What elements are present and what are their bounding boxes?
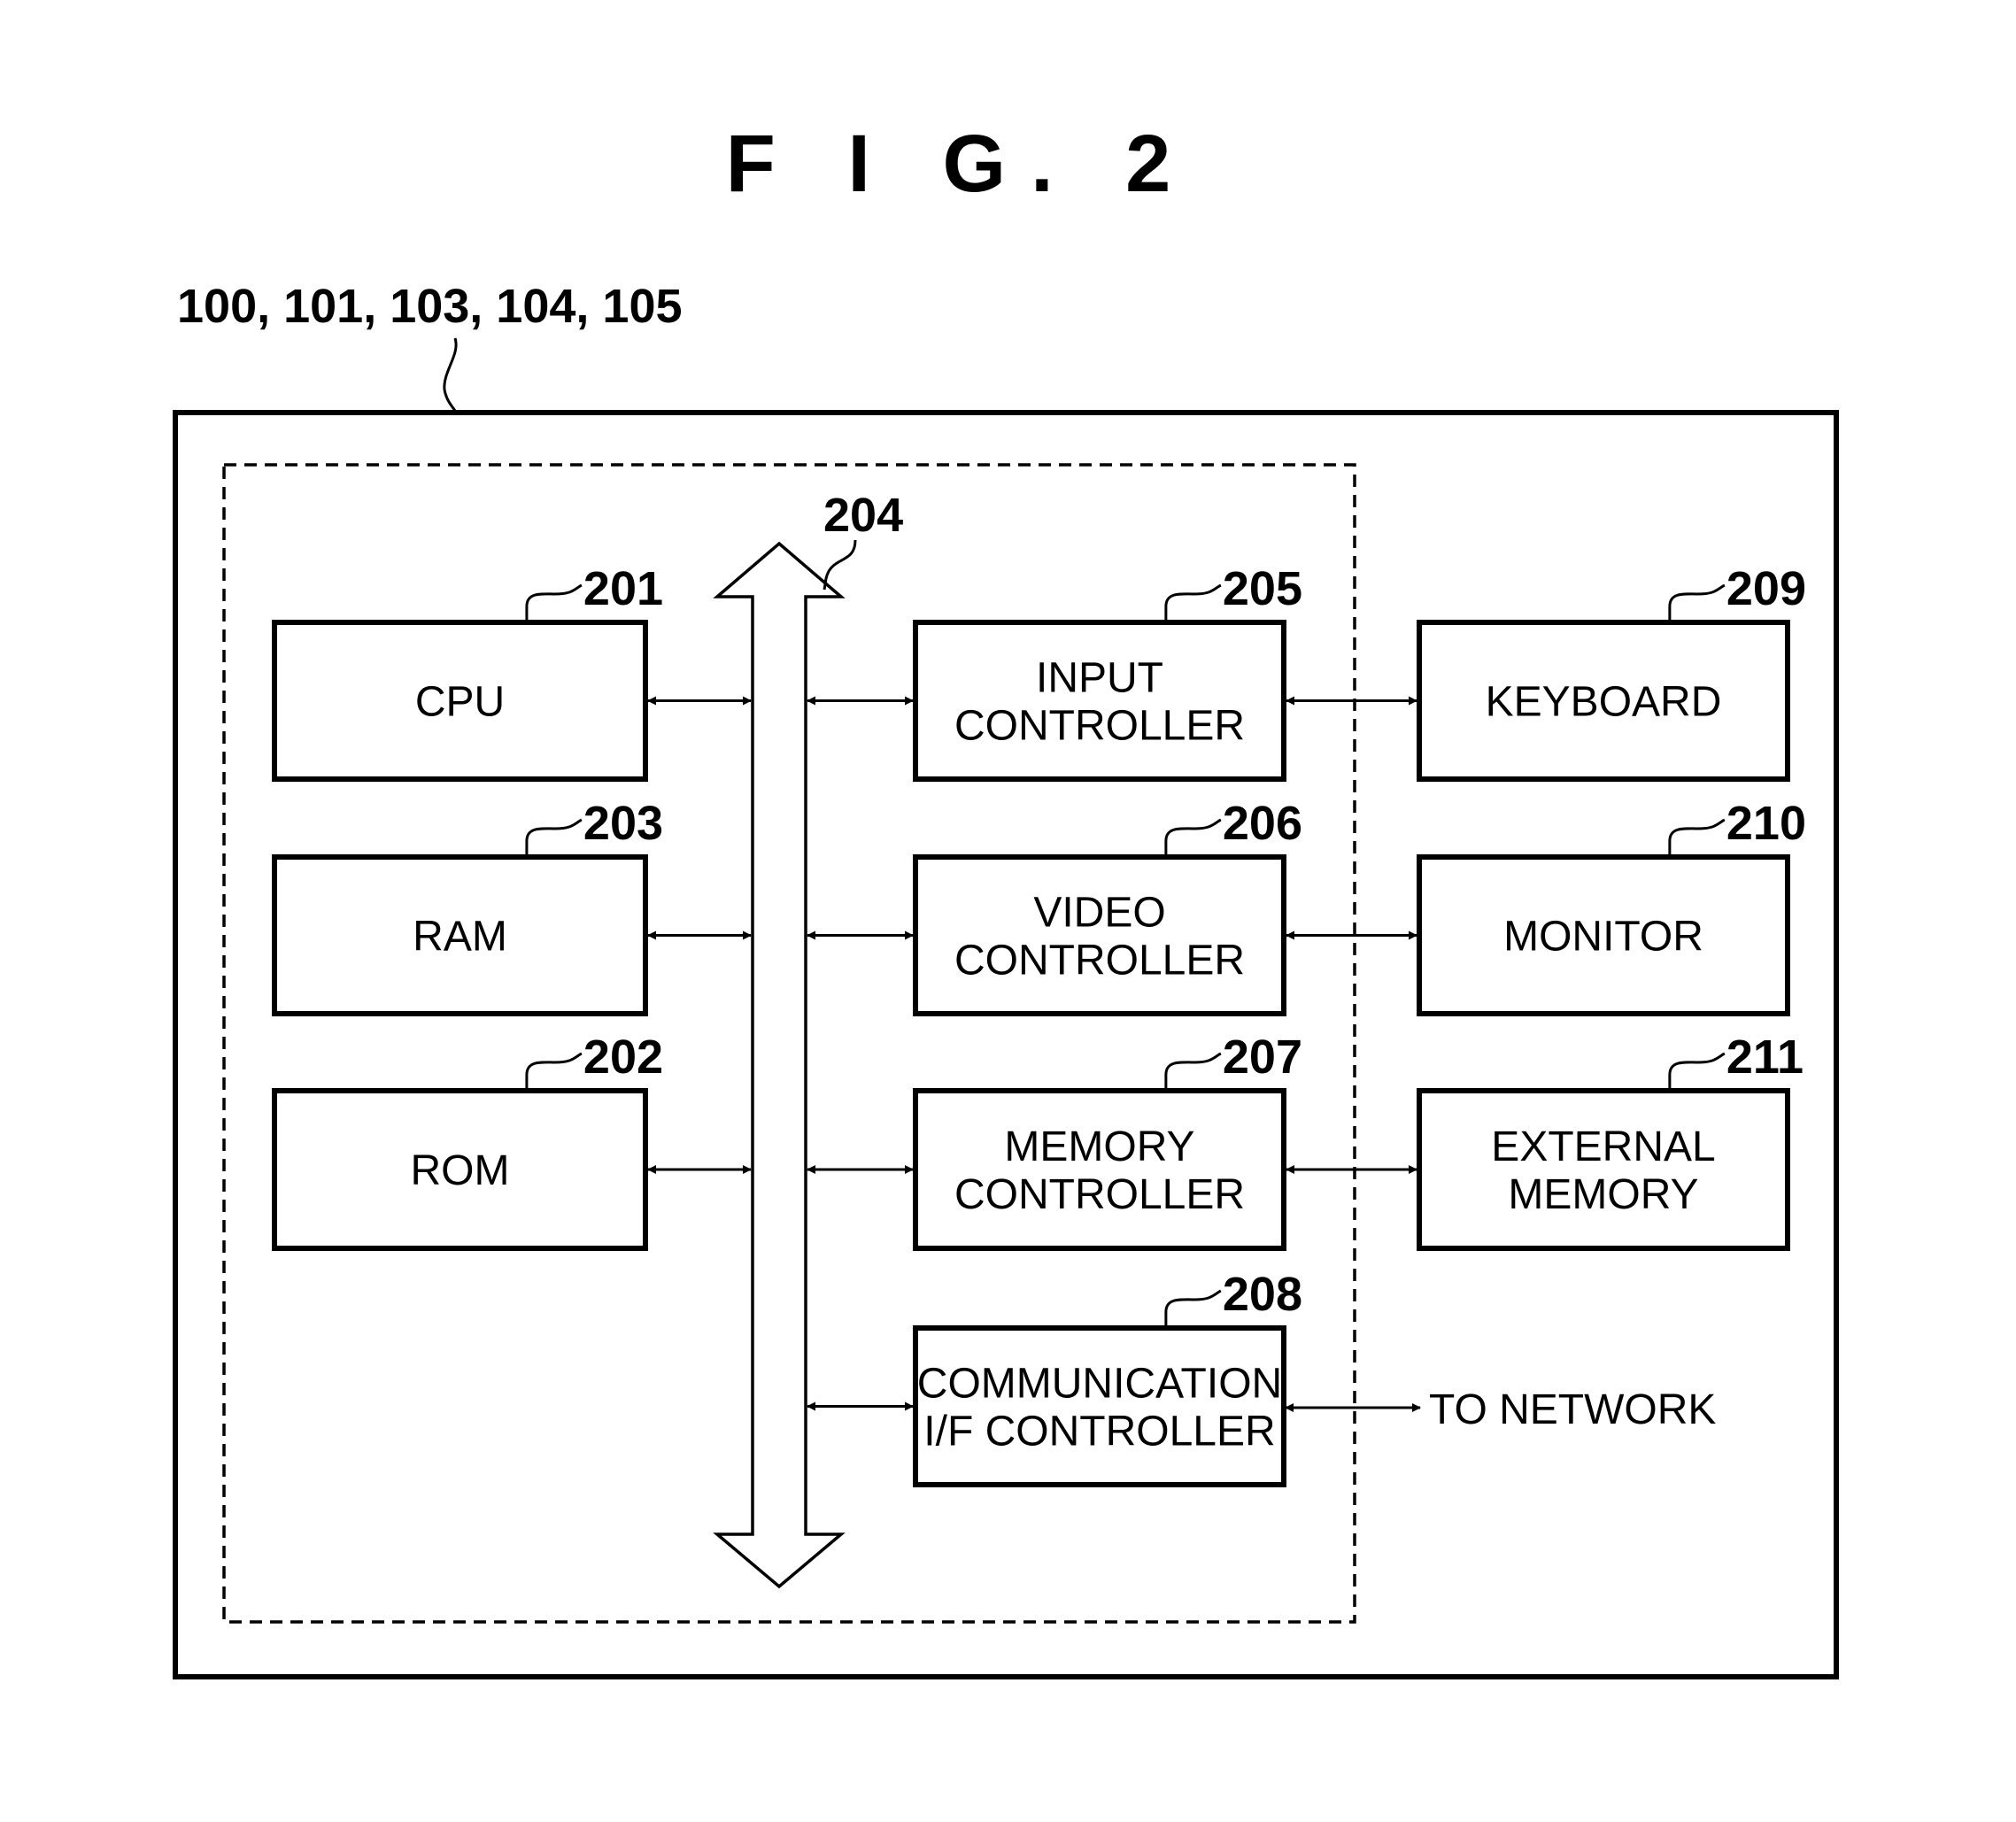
video-controller-block: VIDEOCONTROLLER 206 — [913, 797, 1302, 1016]
bus-leader-line — [823, 539, 857, 591]
memory-controller-leader-line — [1164, 1052, 1222, 1091]
ram-label: RAM — [413, 914, 507, 961]
keyboard-leader-line — [1668, 583, 1726, 622]
memory-controller-block: MEMORYCONTROLLER 207 — [913, 1031, 1302, 1251]
ram-leader-line — [525, 818, 583, 857]
communication-if-controller-ref: 208 — [1223, 1268, 1302, 1321]
input-controller-label: CONTROLLER — [954, 703, 1245, 750]
cpu-label: CPU — [415, 679, 505, 726]
memory-controller-label: MEMORY — [1004, 1123, 1194, 1170]
bus-ref: 204 — [823, 489, 903, 542]
device-leader-line — [443, 337, 458, 412]
memory-controller-ref: 207 — [1223, 1031, 1302, 1084]
external-memory-ref: 211 — [1726, 1031, 1804, 1084]
external-memory-label: MEMORY — [1508, 1171, 1698, 1218]
external-memory-label: EXTERNAL — [1491, 1123, 1715, 1170]
ram-block: RAM 203 — [272, 797, 663, 1016]
external-memory-block: EXTERNALMEMORY 211 — [1417, 1031, 1804, 1251]
cpu-ref: 201 — [583, 562, 663, 615]
to-network-label: TO NETWORK — [1429, 1386, 1716, 1433]
rom-ref: 202 — [583, 1031, 663, 1084]
rom-label: ROM — [411, 1147, 510, 1194]
memory-controller-label: CONTROLLER — [954, 1171, 1245, 1218]
rom-block: ROM 202 — [272, 1031, 663, 1251]
video-controller-label: VIDEO — [1033, 890, 1165, 937]
input-controller-ref: 205 — [1223, 562, 1302, 615]
monitor-label: MONITOR — [1503, 914, 1703, 961]
monitor-ref: 210 — [1726, 797, 1806, 850]
communication-if-controller-label: COMMUNICATION — [917, 1361, 1282, 1408]
communication-if-controller-label: I/F CONTROLLER — [923, 1409, 1275, 1455]
keyboard-block: KEYBOARD 209 — [1417, 562, 1806, 782]
device-refs-label: 100, 101, 103, 104, 105 — [177, 280, 683, 333]
communication-if-controller-block: COMMUNICATIONI/F CONTROLLER 208 — [913, 1268, 1302, 1487]
input-controller-label: INPUT — [1036, 655, 1163, 702]
external-memory-leader-line — [1668, 1052, 1726, 1091]
video-controller-label: CONTROLLER — [954, 938, 1245, 984]
keyboard-label: KEYBOARD — [1486, 679, 1722, 726]
keyboard-ref: 209 — [1726, 562, 1806, 615]
ram-ref: 203 — [583, 797, 663, 850]
input-controller-leader-line — [1164, 583, 1222, 622]
cpu-leader-line — [525, 583, 583, 622]
communication-if-controller-leader-line — [1164, 1289, 1222, 1328]
figure-title: F I G. 2 — [726, 119, 1196, 209]
monitor-leader-line — [1668, 818, 1726, 857]
video-controller-leader-line — [1164, 818, 1222, 857]
video-controller-ref: 206 — [1223, 797, 1302, 850]
cpu-block: CPU 201 — [272, 562, 663, 782]
monitor-block: MONITOR 210 — [1417, 797, 1806, 1016]
block-diagram: F I G. 2 100, 101, 103, 104, 105 204 CPU… — [173, 119, 1839, 1679]
input-controller-block: INPUTCONTROLLER 205 — [913, 562, 1302, 782]
rom-leader-line — [525, 1052, 583, 1091]
